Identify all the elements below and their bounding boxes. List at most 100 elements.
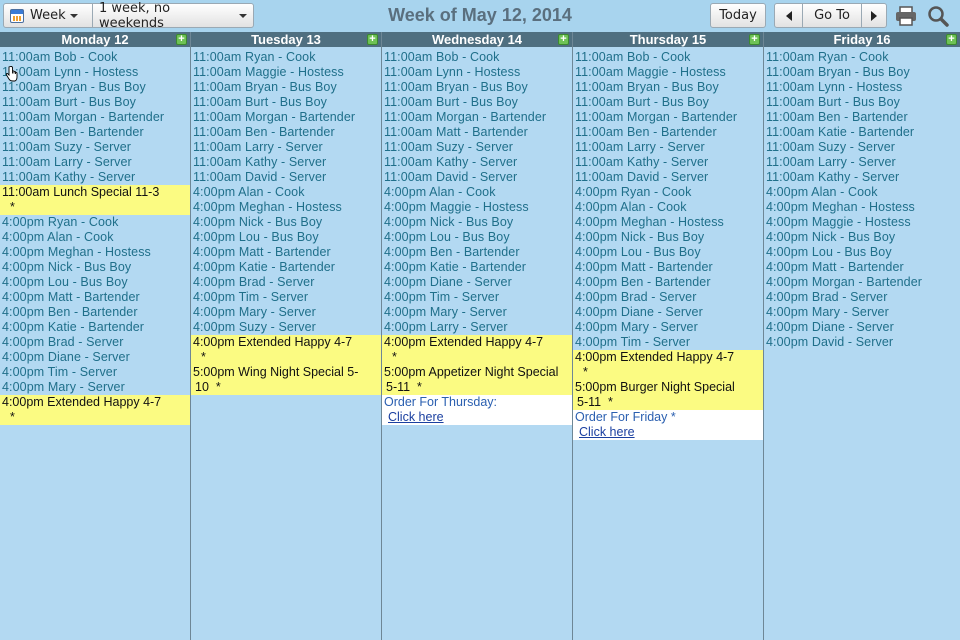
event[interactable]: 11:00am Maggie - Hostess	[573, 65, 763, 80]
event[interactable]: 11:00am Kathy - Server	[764, 170, 960, 185]
event[interactable]: 4:00pm Ryan - Cook	[0, 215, 190, 230]
event[interactable]: 4:00pm Meghan - Hostess	[191, 200, 381, 215]
event[interactable]: 4:00pm Matt - Bartender	[764, 260, 960, 275]
special-event[interactable]: 5:00pm Burger Night Special 5-11 *	[573, 380, 763, 410]
add-event-icon[interactable]: +	[176, 34, 187, 45]
special-event[interactable]: 4:00pm Extended Happy 4-7 *	[573, 350, 763, 380]
add-event-icon[interactable]: +	[367, 34, 378, 45]
event[interactable]: 11:00am Burt - Bus Boy	[573, 95, 763, 110]
event[interactable]: 11:00am Morgan - Bartender	[0, 110, 190, 125]
event[interactable]: 4:00pm Katie - Bartender	[191, 260, 381, 275]
event[interactable]: 11:00am Lynn - Hostess	[382, 65, 572, 80]
event[interactable]: 11:00am Ben - Bartender	[191, 125, 381, 140]
event[interactable]: 4:00pm Brad - Server	[573, 290, 763, 305]
event[interactable]: 11:00am Maggie - Hostess	[191, 65, 381, 80]
event[interactable]: 4:00pm Brad - Server	[0, 335, 190, 350]
goto-button[interactable]: Go To	[802, 3, 862, 28]
event[interactable]: 4:00pm Diane - Server	[382, 275, 572, 290]
today-button[interactable]: Today	[710, 3, 766, 28]
event[interactable]: 4:00pm Maggie - Hostess	[764, 215, 960, 230]
event[interactable]: 4:00pm Diane - Server	[764, 320, 960, 335]
event[interactable]: 4:00pm Meghan - Hostess	[0, 245, 190, 260]
event[interactable]: 4:00pm Matt - Bartender	[573, 260, 763, 275]
event[interactable]: 4:00pm Katie - Bartender	[382, 260, 572, 275]
next-week-button[interactable]	[861, 3, 887, 28]
special-event[interactable]: 5:00pm Appetizer Night Special 5-11 *	[382, 365, 572, 395]
event[interactable]: 11:00am Suzy - Server	[764, 140, 960, 155]
event[interactable]: 4:00pm Lou - Bus Boy	[573, 245, 763, 260]
event[interactable]: 11:00am Burt - Bus Boy	[191, 95, 381, 110]
event[interactable]: 11:00am Lynn - Hostess	[764, 80, 960, 95]
add-event-icon[interactable]: +	[946, 34, 957, 45]
event[interactable]: 11:00am Bryan - Bus Boy	[764, 65, 960, 80]
event[interactable]: 11:00am Ben - Bartender	[0, 125, 190, 140]
add-event-icon[interactable]: +	[558, 34, 569, 45]
event[interactable]: 4:00pm Nick - Bus Boy	[573, 230, 763, 245]
event[interactable]: 4:00pm Matt - Bartender	[191, 245, 381, 260]
special-event[interactable]: 4:00pm Extended Happy 4-7 *	[0, 395, 190, 425]
event[interactable]: 4:00pm Lou - Bus Boy	[0, 275, 190, 290]
prev-week-button[interactable]	[774, 3, 803, 28]
event[interactable]: 4:00pm Alan - Cook	[573, 200, 763, 215]
event[interactable]: 4:00pm Maggie - Hostess	[382, 200, 572, 215]
event[interactable]: 11:00am Bob - Cook	[573, 50, 763, 65]
event[interactable]: 4:00pm Alan - Cook	[0, 230, 190, 245]
event[interactable]: 11:00am Bryan - Bus Boy	[382, 80, 572, 95]
order-link[interactable]: Click here	[384, 410, 444, 424]
event[interactable]: 4:00pm Lou - Bus Boy	[191, 230, 381, 245]
event[interactable]: 4:00pm Alan - Cook	[764, 185, 960, 200]
special-event[interactable]: 4:00pm Extended Happy 4-7 *	[382, 335, 572, 365]
event[interactable]: 4:00pm Brad - Server	[764, 290, 960, 305]
event[interactable]: 11:00am Larry - Server	[191, 140, 381, 155]
event[interactable]: 11:00am Kathy - Server	[573, 155, 763, 170]
event[interactable]: 4:00pm Lou - Bus Boy	[382, 230, 572, 245]
event[interactable]: 4:00pm Ryan - Cook	[573, 185, 763, 200]
event[interactable]: 11:00am Lynn - Hostess	[0, 65, 190, 80]
event[interactable]: 4:00pm Brad - Server	[191, 275, 381, 290]
event[interactable]: 4:00pm Lou - Bus Boy	[764, 245, 960, 260]
special-event[interactable]: 4:00pm Extended Happy 4-7 *	[191, 335, 381, 365]
view-select-button[interactable]: Week	[3, 3, 93, 28]
add-event-icon[interactable]: +	[749, 34, 760, 45]
event[interactable]: 11:00am Burt - Bus Boy	[764, 95, 960, 110]
event[interactable]: 4:00pm Alan - Cook	[382, 185, 572, 200]
event[interactable]: 4:00pm Tim - Server	[382, 290, 572, 305]
event[interactable]: 4:00pm Alan - Cook	[191, 185, 381, 200]
event[interactable]: 4:00pm Matt - Bartender	[0, 290, 190, 305]
event[interactable]: 4:00pm Meghan - Hostess	[764, 200, 960, 215]
event[interactable]: 4:00pm Nick - Bus Boy	[0, 260, 190, 275]
event[interactable]: 4:00pm Meghan - Hostess	[573, 215, 763, 230]
event[interactable]: 11:00am Bob - Cook	[0, 50, 190, 65]
event[interactable]: 11:00am Bryan - Bus Boy	[191, 80, 381, 95]
special-event[interactable]: 11:00am Lunch Special 11-3 *	[0, 185, 190, 215]
event[interactable]: 11:00am Bryan - Bus Boy	[573, 80, 763, 95]
event[interactable]: 11:00am David - Server	[191, 170, 381, 185]
event[interactable]: 4:00pm Tim - Server	[573, 335, 763, 350]
event[interactable]: 11:00am Katie - Bartender	[764, 125, 960, 140]
special-event[interactable]: 5:00pm Wing Night Special 5- 10 *	[191, 365, 381, 395]
event[interactable]: 11:00am Morgan - Bartender	[382, 110, 572, 125]
event[interactable]: 4:00pm Ben - Bartender	[573, 275, 763, 290]
event[interactable]: 11:00am Morgan - Bartender	[191, 110, 381, 125]
event[interactable]: 11:00am Matt - Bartender	[382, 125, 572, 140]
search-icon[interactable]	[926, 4, 950, 28]
event[interactable]: 4:00pm Mary - Server	[191, 305, 381, 320]
event[interactable]: 4:00pm Mary - Server	[382, 305, 572, 320]
event[interactable]: 11:00am Morgan - Bartender	[573, 110, 763, 125]
event[interactable]: 4:00pm Nick - Bus Boy	[764, 230, 960, 245]
event[interactable]: 4:00pm Mary - Server	[764, 305, 960, 320]
event[interactable]: 11:00am Burt - Bus Boy	[0, 95, 190, 110]
event[interactable]: 4:00pm David - Server	[764, 335, 960, 350]
order-link[interactable]: Click here	[575, 425, 635, 439]
event[interactable]: 11:00am Larry - Server	[0, 155, 190, 170]
event[interactable]: 4:00pm Tim - Server	[191, 290, 381, 305]
event[interactable]: 4:00pm Diane - Server	[0, 350, 190, 365]
event[interactable]: 11:00am David - Server	[573, 170, 763, 185]
event[interactable]: 11:00am Ryan - Cook	[191, 50, 381, 65]
event[interactable]: 11:00am Bob - Cook	[382, 50, 572, 65]
event[interactable]: 11:00am Bryan - Bus Boy	[0, 80, 190, 95]
event[interactable]: 11:00am Ryan - Cook	[764, 50, 960, 65]
event[interactable]: 11:00am Larry - Server	[764, 155, 960, 170]
event[interactable]: 11:00am Kathy - Server	[191, 155, 381, 170]
event[interactable]: 4:00pm Nick - Bus Boy	[382, 215, 572, 230]
